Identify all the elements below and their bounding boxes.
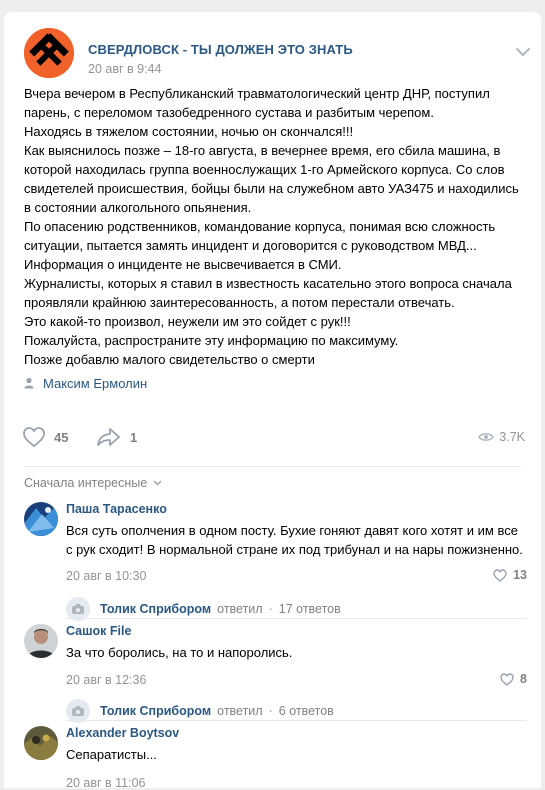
- reply-author[interactable]: Толик Сприбором: [100, 602, 211, 616]
- reply-author[interactable]: Толик Сприбором: [100, 704, 211, 718]
- post-signer[interactable]: Максим Ермолин: [24, 374, 147, 392]
- post-text-line: Позже добавлю малого свидетельство о сме…: [24, 352, 315, 367]
- share-button[interactable]: 1: [96, 424, 137, 450]
- comment-item: Сашок File За что боролись, на то и напо…: [24, 624, 527, 724]
- heart-icon: [23, 427, 45, 448]
- post-card: СВЕРДЛОВСК - ТЫ ДОЛЖЕН ЭТО ЗНАТЬ 20 авг …: [4, 12, 541, 790]
- post-text-line: парень, с переломом тазобедренного суста…: [24, 105, 434, 120]
- post-text-line: Журналисты, которых я ставил в известнос…: [24, 276, 512, 291]
- comment-text: За что боролись, на то и напоролись.: [66, 643, 536, 662]
- post-text-line: Как выяснилось позже – 18-го августа, в …: [24, 143, 501, 158]
- post-text-line: Вчера вечером в Республиканский травмато…: [24, 86, 490, 101]
- chevron-down-icon: [153, 480, 162, 486]
- comment-text: Вся суть ополчения в одном посту. Бухие …: [66, 521, 536, 559]
- comment-like-button[interactable]: 8: [500, 672, 527, 686]
- heart-icon: [493, 568, 507, 582]
- post-header: СВЕРДЛОВСК - ТЫ ДОЛЖЕН ЭТО ЗНАТЬ 20 авг …: [24, 28, 541, 80]
- comment-like-count: 13: [513, 568, 527, 582]
- post-text-line: Пожалуйста, распространите эту информаци…: [24, 333, 399, 348]
- hammers-logo-icon: [24, 28, 74, 78]
- post-actions: 45 1 3.7K: [22, 424, 525, 450]
- signer-name[interactable]: Максим Ермолин: [43, 376, 147, 391]
- group-avatar[interactable]: [24, 28, 74, 78]
- avatar-image: [24, 502, 58, 536]
- chevron-down-icon[interactable]: [515, 46, 531, 58]
- eye-icon: [478, 433, 495, 441]
- comment-like-button[interactable]: 13: [493, 568, 527, 582]
- comment-like-count: 8: [520, 672, 527, 686]
- post-text: Вчера вечером в Республиканский травмато…: [24, 84, 524, 369]
- avatar[interactable]: [24, 726, 58, 760]
- post-text-line: проявляли крайнюю заинтересованность, а …: [24, 295, 455, 310]
- post-text-line: Это какой-то произвол, неужели им это со…: [24, 314, 351, 329]
- like-count: 45: [54, 429, 69, 445]
- comment-author[interactable]: Alexander Boytsov: [66, 726, 179, 740]
- reply-count[interactable]: 17 ответов: [279, 602, 341, 616]
- comment-author[interactable]: Паша Тарасенко: [66, 502, 167, 516]
- separator-dot: ·: [268, 602, 273, 616]
- comment-item: Alexander Boytsov Сепаратисты... 20 авг …: [24, 726, 527, 790]
- comment-divider: [66, 618, 527, 619]
- post-text-line: Информация о инциденте не высвечивается …: [24, 257, 342, 272]
- comments-divider: [24, 466, 521, 467]
- camera-icon: [72, 604, 84, 614]
- post-text-line: свидетелей происшествия, бойцы были на с…: [24, 181, 519, 196]
- user-icon: [24, 377, 34, 389]
- reply-verb: ответил: [217, 704, 263, 718]
- comment-text-line: За что боролись, на то и напоролись.: [66, 645, 293, 660]
- comment-text: Сепаратисты...: [66, 745, 536, 764]
- post-date[interactable]: 20 авг в 9:44: [88, 62, 161, 76]
- like-button[interactable]: 45: [22, 424, 68, 450]
- share-arrow-icon: [97, 428, 120, 446]
- comment-divider: [66, 720, 527, 721]
- comment-author[interactable]: Сашок File: [66, 624, 131, 638]
- heart-icon: [500, 672, 514, 686]
- comment-item: Паша Тарасенко Вся суть ополчения в одно…: [24, 502, 527, 628]
- avatar[interactable]: [24, 624, 58, 658]
- group-name[interactable]: СВЕРДЛОВСК - ТЫ ДОЛЖЕН ЭТО ЗНАТЬ: [88, 42, 353, 57]
- views-counter: 3.7K: [478, 424, 525, 450]
- comment-text-line: с рук сходит! В нормальной стране их под…: [66, 542, 523, 557]
- post-text-line: ситуации, пытается замять инцидент и дог…: [24, 238, 477, 253]
- post-text-line: которой находилась группа военнослужащих…: [24, 162, 505, 177]
- views-count: 3.7K: [499, 430, 525, 444]
- comments-sort-label: Сначала интересные: [24, 476, 148, 490]
- reply-verb: ответил: [217, 602, 263, 616]
- comment-date[interactable]: 20 авг в 12:36: [66, 673, 146, 687]
- avatar-image: [24, 726, 58, 760]
- camera-icon: [72, 706, 84, 716]
- post-text-line: По опасению родственников, командование …: [24, 219, 496, 234]
- comments-sort-dropdown[interactable]: Сначала интересные: [24, 476, 162, 490]
- post-text-line: в состоянии алкогольного опьянения.: [24, 200, 252, 215]
- separator-dot: ·: [268, 704, 273, 718]
- reply-count[interactable]: 6 ответов: [279, 704, 334, 718]
- comment-date[interactable]: 20 авг в 10:30: [66, 569, 146, 583]
- post-text-line: Находясь в тяжелом состоянии, ночью он с…: [24, 124, 354, 139]
- comment-text-line: Сепаратисты...: [66, 747, 157, 762]
- comment-text-line: Вся суть ополчения в одном посту. Бухие …: [66, 523, 518, 538]
- avatar-image: [24, 624, 58, 658]
- avatar[interactable]: [24, 502, 58, 536]
- share-count: 1: [130, 429, 138, 445]
